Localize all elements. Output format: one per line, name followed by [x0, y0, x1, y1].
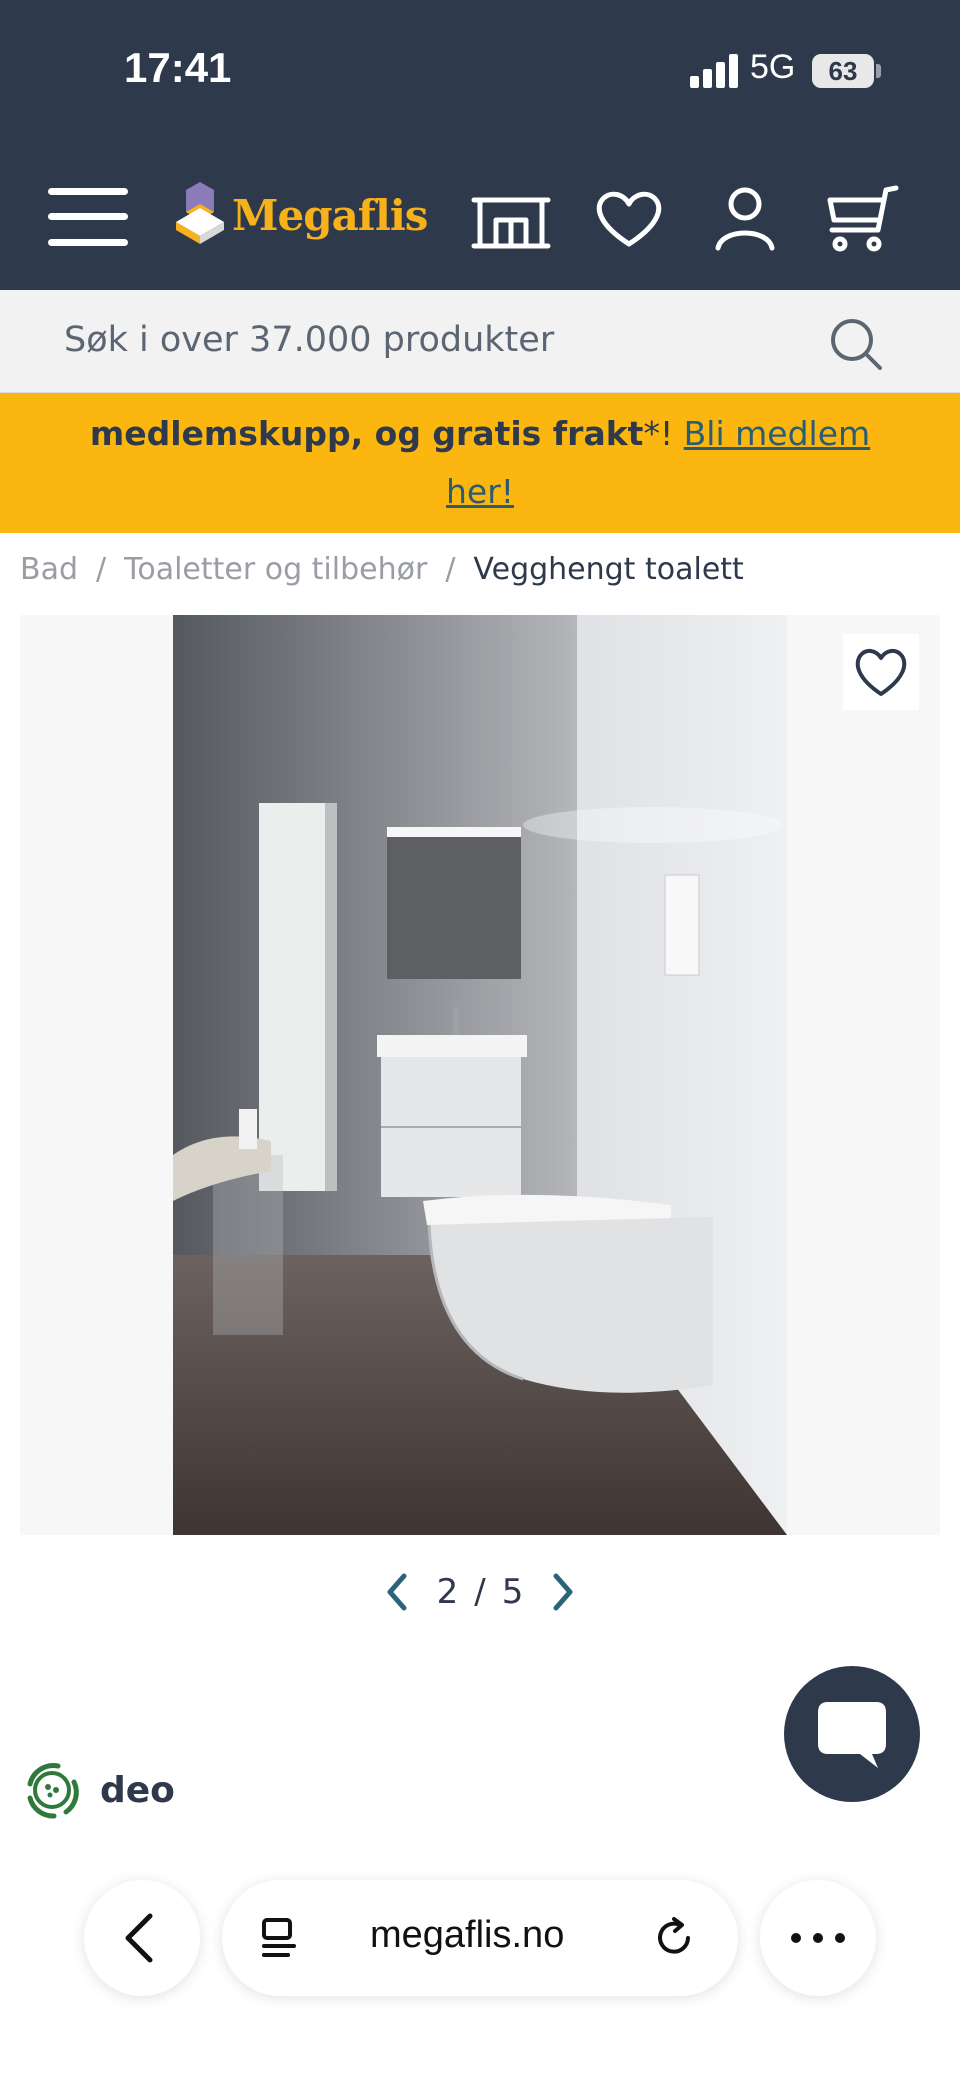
wishlist-heart-icon[interactable]	[843, 634, 919, 710]
heart-icon[interactable]	[588, 184, 670, 254]
cart-icon[interactable]	[820, 184, 902, 254]
chevron-left-icon	[125, 1913, 153, 1963]
status-time: 17:41	[124, 44, 232, 91]
chevron-left-icon[interactable]	[384, 1572, 410, 1612]
menu-icon[interactable]	[48, 188, 128, 246]
tabs-icon[interactable]	[258, 1916, 302, 1960]
breadcrumb-separator: /	[96, 552, 107, 587]
gallery-pager: 2 / 5	[384, 1566, 576, 1618]
browser-back-button[interactable]	[84, 1880, 200, 1996]
breadcrumb-separator: /	[445, 552, 456, 587]
breadcrumb-current: Vegghengt toalett	[473, 552, 744, 587]
promo-text: medlemskupp, og gratis frakt	[89, 414, 644, 453]
url-text: megaflis.no	[370, 1914, 565, 1956]
battery-icon: 63	[812, 54, 874, 88]
chat-button[interactable]	[784, 1666, 920, 1802]
address-bar[interactable]: megaflis.no	[222, 1880, 738, 1996]
store-icon[interactable]	[470, 184, 552, 254]
battery-tip	[876, 64, 881, 78]
chevron-right-icon[interactable]	[550, 1572, 576, 1612]
search-bar[interactable]: Søk i over 37.000 produkter	[0, 290, 960, 393]
breadcrumb-item[interactable]: Toaletter og tilbehør	[124, 552, 427, 587]
breadcrumb: Bad / Toaletter og tilbehør / Vegghengt toal…	[20, 552, 744, 587]
logo-mark-icon	[176, 182, 224, 244]
deo-label: deo	[100, 1769, 175, 1811]
promo-link[interactable]: Bli medlem	[684, 414, 870, 453]
deo-badge[interactable]: deo	[18, 1756, 175, 1824]
network-label: 5G	[750, 48, 796, 86]
header-bar: 17:41 5G 63 Megaflis	[0, 0, 960, 290]
promo-banner: medlemskupp, og gratis frakt*! Bli medle…	[0, 393, 960, 533]
more-icon	[791, 1933, 845, 1943]
promo-link-continued[interactable]: her!	[446, 472, 514, 511]
recycle-icon	[27, 1763, 79, 1819]
reload-icon[interactable]	[652, 1916, 696, 1960]
promo-asterisk: *!	[643, 414, 674, 453]
gallery-current: 2	[436, 1572, 459, 1612]
logo[interactable]: Megaflis	[174, 180, 428, 250]
user-icon[interactable]	[704, 184, 786, 254]
gallery-total: 5	[501, 1572, 524, 1612]
product-image[interactable]	[173, 615, 787, 1535]
search-input[interactable]: Søk i over 37.000 produkter	[64, 320, 554, 360]
gallery-separator: /	[474, 1572, 486, 1612]
signal-icon	[690, 54, 738, 88]
more-button[interactable]	[760, 1880, 876, 1996]
search-icon[interactable]	[828, 316, 884, 372]
breadcrumb-item[interactable]: Bad	[20, 552, 78, 587]
chat-bubble-icon	[818, 1702, 886, 1768]
logo-text: Megaflis	[232, 190, 428, 240]
